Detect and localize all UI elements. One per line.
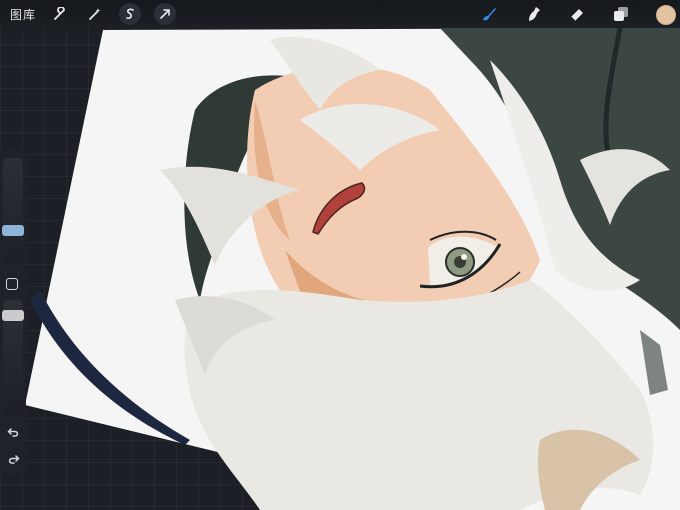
smudge-icon — [529, 7, 540, 21]
color-swatch[interactable] — [656, 5, 676, 25]
layers-icon — [614, 7, 628, 21]
left-sidebar — [0, 150, 26, 475]
brush-button[interactable] — [478, 3, 500, 25]
opacity-handle[interactable] — [2, 310, 24, 321]
layers-button[interactable] — [610, 3, 632, 25]
wrench-icon — [54, 7, 65, 20]
transform-button[interactable] — [154, 3, 176, 25]
brush-size-handle[interactable] — [2, 225, 24, 236]
arrow-cursor-icon — [160, 9, 170, 19]
brush-icon — [483, 8, 496, 21]
adjustments-button[interactable] — [84, 3, 106, 25]
magic-wand-icon — [89, 8, 101, 20]
selection-button[interactable] — [119, 3, 141, 25]
brush-size-slider[interactable] — [2, 158, 24, 263]
gallery-link[interactable]: 图库 — [10, 6, 36, 23]
eraser-icon — [570, 9, 583, 22]
smudge-button[interactable] — [523, 3, 545, 25]
undo-icon — [6, 427, 18, 437]
eraser-button[interactable] — [566, 3, 588, 25]
redo-button[interactable] — [6, 452, 20, 466]
actions-button[interactable] — [49, 3, 71, 25]
selection-s-icon — [126, 8, 134, 19]
redo-icon — [8, 454, 20, 464]
opacity-slider[interactable] — [2, 300, 24, 415]
top-toolbar: 图库 — [0, 0, 680, 28]
artwork-canvas[interactable] — [0, 0, 680, 510]
undo-button[interactable] — [6, 425, 20, 439]
modify-button[interactable] — [6, 278, 18, 290]
